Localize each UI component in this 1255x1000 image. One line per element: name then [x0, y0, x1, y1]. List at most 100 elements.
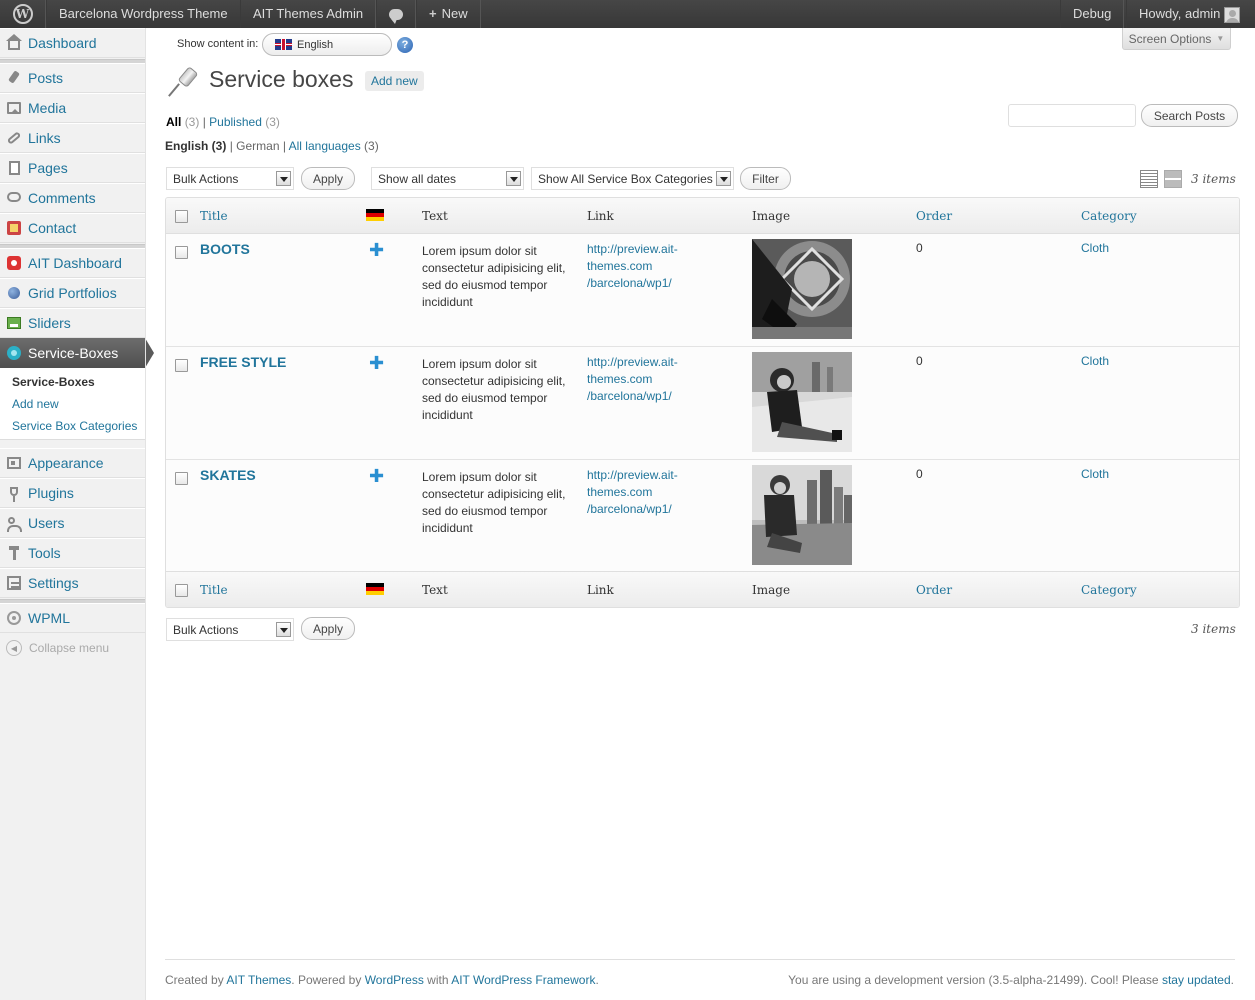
add-new-button[interactable]: Add new — [365, 71, 424, 91]
menu-settings-label: Settings — [28, 575, 79, 591]
row-text: Lorem ipsum dolor sit consectetur adipis… — [422, 470, 566, 535]
dates-select[interactable]: Show all dates — [371, 167, 524, 190]
lang-filter-all[interactable]: All languages — [289, 139, 361, 153]
media-icon — [6, 100, 22, 116]
submenu-service-box-categories[interactable]: Service Box Categories — [0, 415, 145, 437]
row-checkbox[interactable] — [175, 246, 188, 259]
german-flag-icon — [366, 209, 384, 221]
menu-dashboard-label: Dashboard — [28, 35, 97, 51]
site-name-link[interactable]: Barcelona Wordpress Theme — [46, 0, 241, 28]
menu-users[interactable]: Users — [0, 508, 145, 538]
row-link[interactable]: http://preview.ait-themes.com/barcelona/… — [587, 354, 697, 405]
bulk-actions-select-bottom[interactable]: Bulk Actions — [166, 618, 294, 641]
apply-button-top[interactable]: Apply — [301, 167, 355, 190]
column-category-header[interactable]: Category — [1081, 209, 1137, 223]
german-flag-icon — [366, 583, 384, 595]
footer-ait-themes-link[interactable]: AIT Themes — [226, 973, 291, 987]
menu-links[interactable]: Links — [0, 123, 145, 153]
screen-options-button[interactable]: Screen Options ▼ — [1122, 28, 1231, 50]
row-category-link[interactable]: Cloth — [1081, 354, 1109, 368]
grid-portfolios-icon — [6, 285, 22, 301]
row-checkbox[interactable] — [175, 359, 188, 372]
menu-media[interactable]: Media — [0, 93, 145, 123]
search-input[interactable] — [1008, 104, 1136, 127]
add-translation-icon[interactable]: ✚ — [369, 467, 384, 485]
new-content-button[interactable]: + New — [416, 0, 481, 28]
select-all-checkbox-footer[interactable] — [175, 584, 188, 597]
select-all-checkbox[interactable] — [175, 210, 188, 223]
footer-dot-2: . — [1230, 973, 1234, 987]
footer-framework-link[interactable]: AIT WordPress Framework — [451, 973, 595, 987]
column-order-header[interactable]: Order — [916, 209, 952, 223]
my-account-button[interactable]: Howdy, admin — [1126, 0, 1252, 28]
ait-themes-admin-link[interactable]: AIT Themes Admin — [240, 0, 377, 28]
column-title-header[interactable]: Title — [200, 209, 228, 223]
apply-button-bottom[interactable]: Apply — [301, 617, 355, 640]
comments-icon — [6, 190, 22, 206]
add-translation-icon[interactable]: ✚ — [369, 241, 384, 259]
wordpress-logo-button[interactable]: W — [0, 0, 46, 28]
menu-posts[interactable]: Posts — [0, 63, 145, 93]
row-order: 0 — [916, 354, 923, 368]
menu-appearance[interactable]: Appearance — [0, 448, 145, 478]
row-title-link[interactable]: SKATES — [200, 467, 256, 483]
menu-service-boxes[interactable]: Service-Boxes — [0, 338, 154, 368]
menu-ait-dashboard[interactable]: AIT Dashboard — [0, 248, 145, 278]
service-boxes-icon — [6, 345, 22, 361]
menu-grid-portfolios[interactable]: Grid Portfolios — [0, 278, 145, 308]
add-translation-icon[interactable]: ✚ — [369, 354, 384, 372]
menu-contact[interactable]: Contact — [0, 213, 145, 243]
footer-wordpress-link[interactable]: WordPress — [365, 973, 424, 987]
list-view-icon[interactable] — [1140, 170, 1158, 188]
column-text-header: Text — [422, 209, 448, 223]
menu-settings[interactable]: Settings — [0, 568, 145, 598]
bulk-actions-value: Bulk Actions — [173, 622, 239, 637]
column-category-footer[interactable]: Category — [1081, 583, 1137, 597]
dates-select-value: Show all dates — [378, 171, 457, 186]
row-checkbox[interactable] — [175, 472, 188, 485]
filter-button[interactable]: Filter — [740, 167, 791, 190]
menu-sliders[interactable]: Sliders — [0, 308, 145, 338]
row-link[interactable]: http://preview.ait-themes.com/barcelona/… — [587, 467, 697, 518]
debug-button[interactable]: Debug — [1060, 0, 1125, 28]
wpml-icon — [6, 610, 22, 626]
menu-comments[interactable]: Comments — [0, 183, 145, 213]
category-select[interactable]: Show All Service Box Categories — [531, 167, 734, 190]
plus-icon: + — [429, 6, 437, 21]
submenu-service-boxes[interactable]: Service-Boxes — [0, 371, 145, 393]
dashboard-icon — [6, 34, 22, 51]
menu-wpml[interactable]: WPML — [0, 603, 145, 633]
footer-stay-updated-link[interactable]: stay updated — [1162, 973, 1231, 987]
menu-tools[interactable]: Tools — [0, 538, 145, 568]
comments-button[interactable] — [376, 0, 416, 28]
menu-plugins[interactable]: Plugins — [0, 478, 145, 508]
column-image-footer: Image — [752, 583, 791, 597]
lang-filter-english[interactable]: English (3) — [165, 139, 226, 153]
menu-grid-portfolios-label: Grid Portfolios — [28, 285, 117, 301]
excerpt-view-icon[interactable] — [1164, 170, 1182, 188]
row-category-link[interactable]: Cloth — [1081, 241, 1109, 255]
filter-all-link[interactable]: All — [166, 115, 181, 129]
menu-dashboard[interactable]: Dashboard — [0, 28, 145, 58]
menu-posts-label: Posts — [28, 70, 64, 86]
lang-filter-german[interactable]: German — [236, 139, 279, 153]
menu-appearance-label: Appearance — [28, 455, 104, 471]
collapse-menu-button[interactable]: ◀ Collapse menu — [6, 640, 109, 656]
submenu-add-new[interactable]: Add new — [0, 393, 145, 415]
menu-contact-label: Contact — [28, 220, 77, 236]
row-link[interactable]: http://preview.ait-themes.com/barcelona/… — [587, 241, 697, 292]
help-question-icon[interactable]: ? — [397, 37, 413, 53]
menu-pages[interactable]: Pages — [0, 153, 145, 183]
row-category-link[interactable]: Cloth — [1081, 467, 1109, 481]
language-selector[interactable]: English — [262, 33, 392, 56]
menu-plugins-label: Plugins — [28, 485, 74, 501]
column-link-header: Link — [587, 209, 614, 223]
column-title-footer[interactable]: Title — [200, 583, 228, 597]
row-title-link[interactable]: BOOTS — [200, 241, 250, 257]
column-order-footer[interactable]: Order — [916, 583, 952, 597]
search-posts-button[interactable]: Search Posts — [1141, 104, 1238, 127]
collapse-arrow-icon: ◀ — [6, 640, 22, 656]
filter-published-link[interactable]: Published — [209, 115, 262, 129]
bulk-actions-select-top[interactable]: Bulk Actions — [166, 167, 294, 190]
row-title-link[interactable]: FREE STYLE — [200, 354, 286, 370]
